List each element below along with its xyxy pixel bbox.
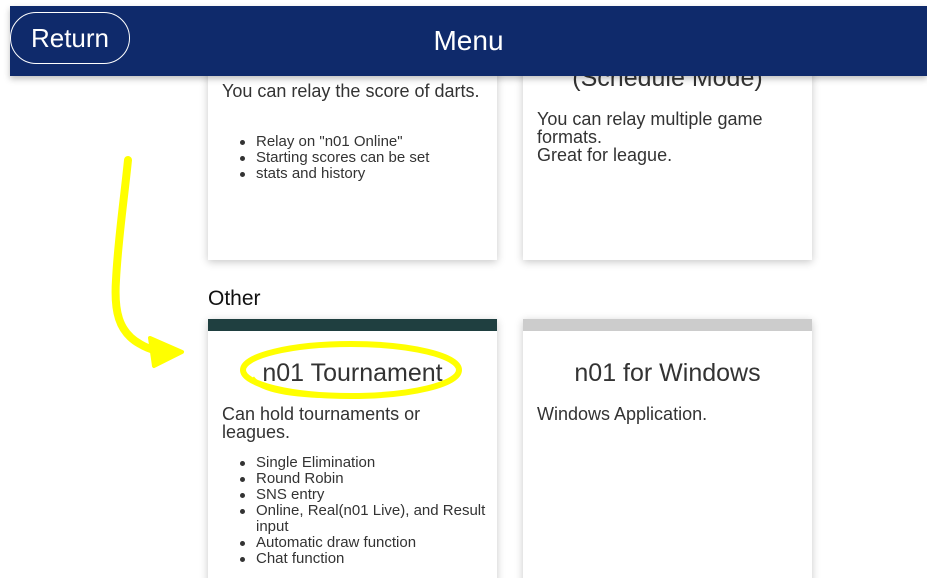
- list-item: SNS entry: [240, 487, 487, 503]
- header-bar: Return Menu: [10, 6, 927, 76]
- card-description: Can hold tournaments or leagues.: [222, 404, 421, 442]
- card-description: You can relay the score of darts.: [222, 81, 480, 101]
- card-description: Windows Application.: [537, 404, 708, 424]
- return-button[interactable]: Return: [10, 12, 130, 64]
- card-n01-tournament[interactable]: n01 Tournament Can hold tournaments or l…: [208, 319, 497, 578]
- card-feature-list: Single Elimination Round Robin SNS entry…: [240, 455, 487, 567]
- list-item: stats and history: [240, 166, 487, 182]
- list-item: Chat function: [240, 551, 487, 567]
- list-item: Relay on "n01 Online": [240, 134, 487, 150]
- list-item: Online, Real(n01 Live), and Result input: [240, 503, 487, 535]
- list-item: Round Robin: [240, 471, 487, 487]
- list-item: Starting scores can be set: [240, 150, 487, 166]
- list-item: Automatic draw function: [240, 535, 487, 551]
- card-feature-list: Relay on "n01 Online" Starting scores ca…: [240, 134, 487, 182]
- section-label-other: Other: [208, 287, 261, 310]
- list-item: Single Elimination: [240, 455, 487, 471]
- card-accent-strip: [523, 319, 812, 331]
- card-accent-strip: [208, 319, 497, 331]
- card-title: n01 for Windows: [574, 359, 761, 387]
- card-n01-windows[interactable]: n01 for Windows Windows Application.: [523, 319, 812, 578]
- page-title: Menu: [433, 25, 504, 56]
- arrow-head: [148, 336, 184, 368]
- card-title: n01 Tournament: [262, 359, 443, 387]
- card-description: You can relay multiple game formats. Gre…: [537, 109, 763, 165]
- arrow-stroke: [111, 156, 176, 357]
